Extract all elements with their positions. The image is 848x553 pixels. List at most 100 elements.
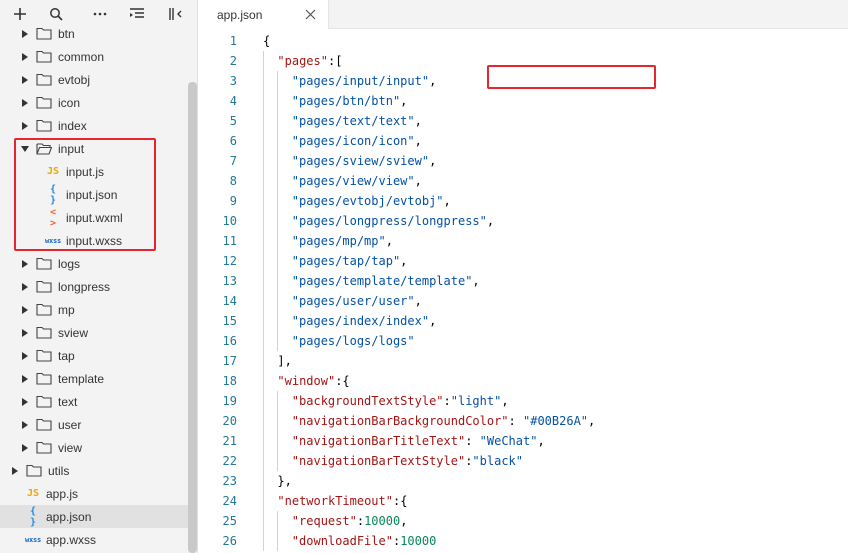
indent-guide <box>277 211 279 231</box>
code-editor[interactable]: 1 {2 "pages":[3 "pages/input/input", 4 "pages… <box>199 29 848 553</box>
code-token: , <box>414 134 422 148</box>
indent-guide <box>263 371 264 391</box>
tree-item-app-wxss[interactable]: wxss app.wxss <box>0 528 190 551</box>
folder-icon <box>36 349 52 363</box>
wxss-file-icon: wxss <box>24 535 42 544</box>
line-number: 18 <box>222 374 237 388</box>
code-line: "navigationBarTitleText": "WeChat", <box>292 431 545 451</box>
line-number: 25 <box>222 514 237 528</box>
chevron-right-icon[interactable] <box>20 443 30 453</box>
chevron-right-icon[interactable] <box>20 374 30 384</box>
chevron-right-icon[interactable] <box>20 351 30 361</box>
tree-item-user[interactable]: user <box>0 413 190 436</box>
code-token: "pages/longpress/longpress" <box>291 214 487 228</box>
chevron-right-icon[interactable] <box>20 397 30 407</box>
tree-item-mp[interactable]: mp <box>0 298 190 321</box>
tree-item-utils[interactable]: utils <box>0 459 190 482</box>
tree-item-app-js[interactable]: JS app.js <box>0 482 190 505</box>
code-token: "pages/mp/mp" <box>291 234 386 248</box>
json-file-icon: { } <box>29 505 37 528</box>
chevron-right-icon[interactable] <box>20 52 30 62</box>
chevron-right-icon[interactable] <box>20 121 30 131</box>
line-number: 8 <box>229 174 237 188</box>
indent-guide <box>263 271 264 291</box>
code-token: :[ <box>327 54 343 68</box>
line-number: 4 <box>229 94 237 108</box>
tree-item-common[interactable]: common <box>0 45 190 68</box>
folder-icon <box>36 326 52 340</box>
indent-guide <box>263 411 264 431</box>
collapse-all-icon[interactable] <box>126 4 148 24</box>
folder-icon <box>26 464 42 478</box>
indent-guide <box>263 311 264 331</box>
line-number: 23 <box>222 474 237 488</box>
code-token: "pages/text/text" <box>291 114 415 128</box>
chevron-right-icon[interactable] <box>20 75 30 85</box>
folder-icon <box>36 257 52 271</box>
code-token: "navigationBarTitleText" <box>291 434 466 448</box>
code-line: { <box>263 31 270 51</box>
line-number: 14 <box>222 294 237 308</box>
code-token: :{ <box>335 374 350 388</box>
indent-guide <box>263 51 264 71</box>
folder-icon <box>36 27 52 41</box>
indent-guide <box>277 151 279 171</box>
tree-item-btn[interactable]: btn <box>0 22 190 45</box>
indent-guide <box>277 251 279 271</box>
tree-item-label: tap <box>58 348 75 363</box>
indent-guide <box>277 511 279 531</box>
tree-item-evtobj[interactable]: evtobj <box>0 68 190 91</box>
chevron-right-icon[interactable] <box>20 305 30 315</box>
folder-icon <box>36 96 52 110</box>
explorer-scrollbar[interactable] <box>188 82 197 553</box>
chevron-right-icon[interactable] <box>20 282 30 292</box>
tree-item-longpress[interactable]: longpress <box>0 275 190 298</box>
indent-guide <box>263 531 264 551</box>
tree-item-logs[interactable]: logs <box>0 252 190 275</box>
indent-guide <box>263 171 264 191</box>
code-token: "request" <box>291 514 357 528</box>
code-line: "downloadFile":10000 <box>292 531 437 551</box>
indent-guide <box>277 391 279 411</box>
chevron-right-icon[interactable] <box>10 466 20 476</box>
code-token: , <box>501 394 509 408</box>
chevron-right-icon[interactable] <box>20 420 30 430</box>
line-number: 3 <box>229 74 237 88</box>
chevron-right-icon[interactable] <box>20 259 30 269</box>
indent-guide <box>263 71 264 91</box>
tab-app-json[interactable]: app.json <box>199 0 329 29</box>
add-icon[interactable] <box>9 4 31 24</box>
code-token: "#00B26A" <box>523 414 589 428</box>
indent-guide <box>277 331 279 351</box>
tree-item-index[interactable]: index <box>0 114 190 137</box>
tree-item-icon[interactable]: icon <box>0 91 190 114</box>
tree-item-view[interactable]: view <box>0 436 190 459</box>
tree-item-template[interactable]: template <box>0 367 190 390</box>
file-explorer: btn common evtobj icon index input JS input.js{… <box>0 0 198 553</box>
code-token: , <box>385 234 393 248</box>
code-token: "pages/tap/tap" <box>291 254 401 268</box>
code-line: "navigationBarBackgroundColor": "#00B26A… <box>292 411 595 431</box>
highlight-box-input-folder <box>14 138 156 251</box>
tree-item-text[interactable]: text <box>0 390 190 413</box>
search-icon[interactable] <box>45 4 67 24</box>
chevron-right-icon[interactable] <box>20 328 30 338</box>
code-token: , <box>472 274 480 288</box>
indent-guide <box>263 231 264 251</box>
indent-guide <box>263 451 264 471</box>
tree-item-label: btn <box>58 26 75 41</box>
indent-guide <box>263 191 264 211</box>
chevron-right-icon[interactable] <box>20 29 30 39</box>
code-token: : <box>508 414 523 428</box>
chevron-right-icon[interactable] <box>20 98 30 108</box>
tree-item-tap[interactable]: tap <box>0 344 190 367</box>
folder-icon <box>36 372 52 386</box>
close-icon[interactable] <box>305 9 316 20</box>
tree-item-sview[interactable]: sview <box>0 321 190 344</box>
toggle-panel-icon[interactable] <box>165 4 187 24</box>
tree-item-app-json[interactable]: { } app.json <box>0 505 190 528</box>
code-line: "pages/mp/mp", <box>292 231 393 251</box>
more-icon[interactable] <box>89 4 111 24</box>
code-token: ], <box>277 354 292 368</box>
code-token: , <box>414 174 422 188</box>
